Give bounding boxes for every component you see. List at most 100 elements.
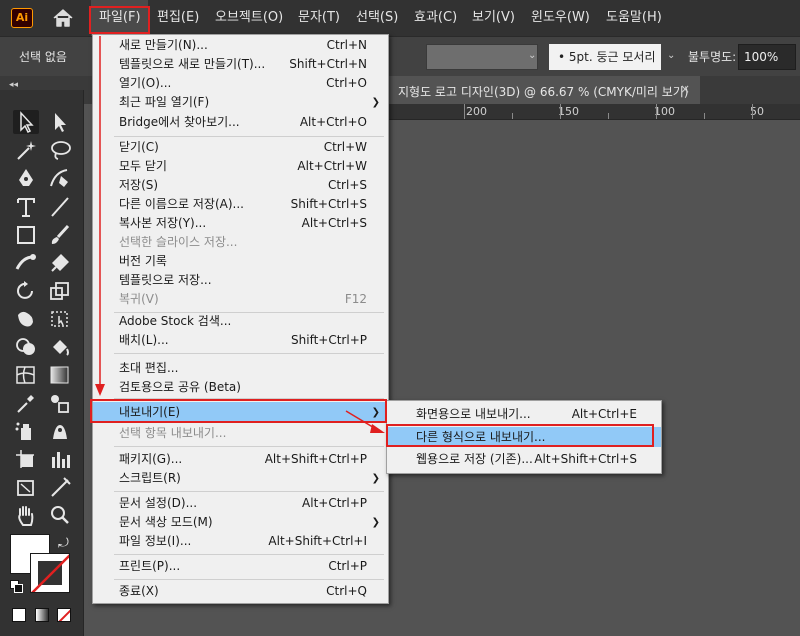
slice-tool-icon[interactable] bbox=[13, 475, 39, 499]
menu-item-browse-in-bridge[interactable]: Bridge에서 찾아보기... Alt+Ctrl+O bbox=[93, 113, 388, 132]
scale-tool-icon[interactable] bbox=[47, 279, 73, 303]
menu-edit[interactable]: 편집(E) bbox=[157, 0, 199, 36]
menu-item-search-adobe-stock[interactable]: Adobe Stock 검색... bbox=[93, 312, 388, 331]
line-tool-icon[interactable] bbox=[47, 195, 73, 219]
ruler-label: 100 bbox=[654, 105, 675, 118]
bullet-icon: • bbox=[558, 50, 566, 64]
menu-item-version-history[interactable]: 버전 기록 bbox=[93, 252, 388, 271]
menu-item-new[interactable]: 새로 만들기(N)... Ctrl+N bbox=[93, 36, 388, 55]
none-mode-icon[interactable] bbox=[57, 608, 71, 622]
export-submenu: 화면용으로 내보내기... Alt+Ctrl+E 다른 형식으로 내보내기... … bbox=[386, 400, 662, 474]
menu-item-open-recent[interactable]: 최근 파일 열기(F) ❯ bbox=[93, 93, 388, 112]
artboard-tool-icon[interactable] bbox=[13, 447, 39, 471]
menu-help[interactable]: 도움말(H) bbox=[606, 0, 662, 36]
menu-item-package[interactable]: 패키지(G)... Alt+Shift+Ctrl+P bbox=[93, 450, 388, 469]
menu-item-save-for-web[interactable]: 웹용으로 저장 (기존)... Alt+Shift+Ctrl+S bbox=[387, 450, 661, 469]
color-mode-icon[interactable] bbox=[12, 608, 26, 622]
live-paint-tool-icon[interactable] bbox=[47, 335, 73, 359]
document-tab[interactable]: 지형도 로고 디자인(3D) @ 66.67 % (CMYK/미리 보기) × bbox=[388, 76, 700, 104]
brush-label: 5pt. 둥근 모서리 bbox=[568, 50, 656, 64]
menu-item-revert[interactable]: 복귀(V) F12 bbox=[93, 290, 388, 309]
menu-item-file-info[interactable]: 파일 정보(I)... Alt+Shift+Ctrl+I bbox=[93, 532, 388, 551]
menu-item-invite-to-edit[interactable]: 초대 편집... bbox=[93, 359, 388, 378]
menu-item-export[interactable]: 내보내기(E) ❯ bbox=[93, 402, 388, 423]
stroke-swatch[interactable] bbox=[426, 44, 538, 70]
lasso-tool-icon[interactable] bbox=[47, 138, 73, 162]
menu-item-save[interactable]: 저장(S) Ctrl+S bbox=[93, 176, 388, 195]
width-tool-icon[interactable] bbox=[47, 475, 73, 499]
menu-item-export-selection[interactable]: 선택 항목 내보내기... bbox=[93, 424, 388, 443]
menu-item-save-copy[interactable]: 복사본 저장(Y)... Alt+Ctrl+S bbox=[93, 214, 388, 233]
eyedropper-tool-icon[interactable] bbox=[13, 391, 39, 415]
symbol-sprayer-tool-icon[interactable] bbox=[13, 419, 39, 443]
menu-item-export-for-screens[interactable]: 화면용으로 내보내기... Alt+Ctrl+E bbox=[387, 405, 661, 424]
column-graph-tool-icon[interactable] bbox=[47, 447, 73, 471]
gradient-mode-icon[interactable] bbox=[35, 608, 49, 622]
menu-item-document-color-mode[interactable]: 문서 색상 모드(M) ❯ bbox=[93, 513, 388, 532]
shaper-tool-icon[interactable] bbox=[13, 251, 39, 275]
menu-object[interactable]: 오브젝트(O) bbox=[215, 0, 283, 36]
menu-file[interactable]: 파일(F) bbox=[91, 0, 148, 36]
default-colors-icon[interactable] bbox=[10, 580, 24, 594]
chevron-right-icon: ❯ bbox=[371, 517, 380, 528]
menu-item-exit[interactable]: 종료(X) Ctrl+Q bbox=[93, 582, 388, 601]
ruler-tick bbox=[560, 104, 561, 119]
ruler-tick bbox=[512, 113, 513, 119]
menu-item-open[interactable]: 열기(O)... Ctrl+O bbox=[93, 74, 388, 93]
home-icon[interactable] bbox=[52, 8, 74, 28]
chevron-down-icon[interactable]: ⌄ bbox=[528, 51, 538, 61]
blend-tool-icon[interactable] bbox=[47, 391, 73, 415]
menu-item-close[interactable]: 닫기(C) Ctrl+W bbox=[93, 138, 388, 157]
ruler-tick bbox=[656, 104, 657, 119]
menu-view[interactable]: 보기(V) bbox=[472, 0, 515, 36]
menu-item-new-from-template[interactable]: 템플릿으로 새로 만들기(T)... Shift+Ctrl+N bbox=[93, 55, 388, 74]
gradient-tool-icon[interactable] bbox=[47, 363, 73, 387]
free-transform-tool-icon[interactable] bbox=[47, 307, 73, 331]
rectangle-tool-icon[interactable] bbox=[13, 223, 39, 247]
menu-select[interactable]: 선택(S) bbox=[356, 0, 398, 36]
menu-item-scripts[interactable]: 스크립트(R) ❯ bbox=[93, 469, 388, 488]
paintbrush-tool-icon[interactable] bbox=[47, 223, 73, 247]
close-icon[interactable]: × bbox=[680, 82, 690, 96]
menu-separator bbox=[114, 491, 384, 492]
menu-item-print[interactable]: 프린트(P)... Ctrl+P bbox=[93, 557, 388, 576]
warp-tool-icon[interactable] bbox=[13, 307, 39, 331]
canvas-area[interactable] bbox=[388, 120, 800, 636]
ruler-tick bbox=[464, 104, 465, 119]
menu-item-save-as-template[interactable]: 템플릿으로 저장... bbox=[93, 271, 388, 290]
opacity-input[interactable]: 100% bbox=[738, 44, 796, 70]
eraser-tool-icon[interactable] bbox=[47, 251, 73, 275]
menu-item-place[interactable]: 배치(L)... Shift+Ctrl+P bbox=[93, 331, 388, 350]
document-title: 지형도 로고 디자인(3D) @ 66.67 % (CMYK/미리 보기) bbox=[398, 85, 689, 99]
selection-status: 선택 없음 bbox=[19, 50, 67, 64]
zoom-tool-icon[interactable] bbox=[47, 503, 73, 527]
menu-type[interactable]: 문자(T) bbox=[298, 0, 340, 36]
menu-item-close-all[interactable]: 모두 닫기 Alt+Ctrl+W bbox=[93, 157, 388, 176]
menu-window[interactable]: 윈도우(W) bbox=[531, 0, 590, 36]
selection-tool-icon[interactable] bbox=[13, 110, 39, 134]
menu-separator bbox=[114, 398, 384, 399]
menu-effect[interactable]: 효과(C) bbox=[414, 0, 457, 36]
rotate-tool-icon[interactable] bbox=[13, 279, 39, 303]
menu-item-share-for-review[interactable]: 검토용으로 공유 (Beta) bbox=[93, 378, 388, 397]
menu-item-export-as[interactable]: 다른 형식으로 내보내기... bbox=[387, 427, 661, 447]
puppet-warp-tool-icon[interactable] bbox=[47, 419, 73, 443]
curvature-tool-icon[interactable] bbox=[47, 166, 73, 190]
collapse-panel-icon[interactable]: ◂◂ bbox=[9, 80, 18, 90]
direct-selection-tool-icon[interactable] bbox=[47, 110, 73, 134]
menu-item-save-selected-slices[interactable]: 선택한 슬라이스 저장... bbox=[93, 233, 388, 252]
type-tool-icon[interactable] bbox=[13, 195, 39, 219]
chevron-right-icon: ❯ bbox=[371, 97, 380, 108]
swap-colors-icon[interactable]: ⤾ bbox=[58, 536, 69, 551]
shape-builder-tool-icon[interactable] bbox=[13, 335, 39, 359]
brush-select[interactable]: • 5pt. 둥근 모서리 bbox=[549, 44, 661, 70]
mesh-tool-icon[interactable] bbox=[13, 363, 39, 387]
ruler-tick bbox=[608, 113, 609, 119]
hand-tool-icon[interactable] bbox=[13, 503, 39, 527]
pen-tool-icon[interactable] bbox=[13, 166, 39, 190]
magic-wand-tool-icon[interactable] bbox=[13, 138, 39, 162]
menu-item-save-as[interactable]: 다른 이름으로 저장(A)... Shift+Ctrl+S bbox=[93, 195, 388, 214]
menu-item-document-setup[interactable]: 문서 설정(D)... Alt+Ctrl+P bbox=[93, 494, 388, 513]
stroke-swatch-large[interactable] bbox=[30, 553, 70, 593]
chevron-down-icon[interactable]: ⌄ bbox=[667, 51, 677, 61]
